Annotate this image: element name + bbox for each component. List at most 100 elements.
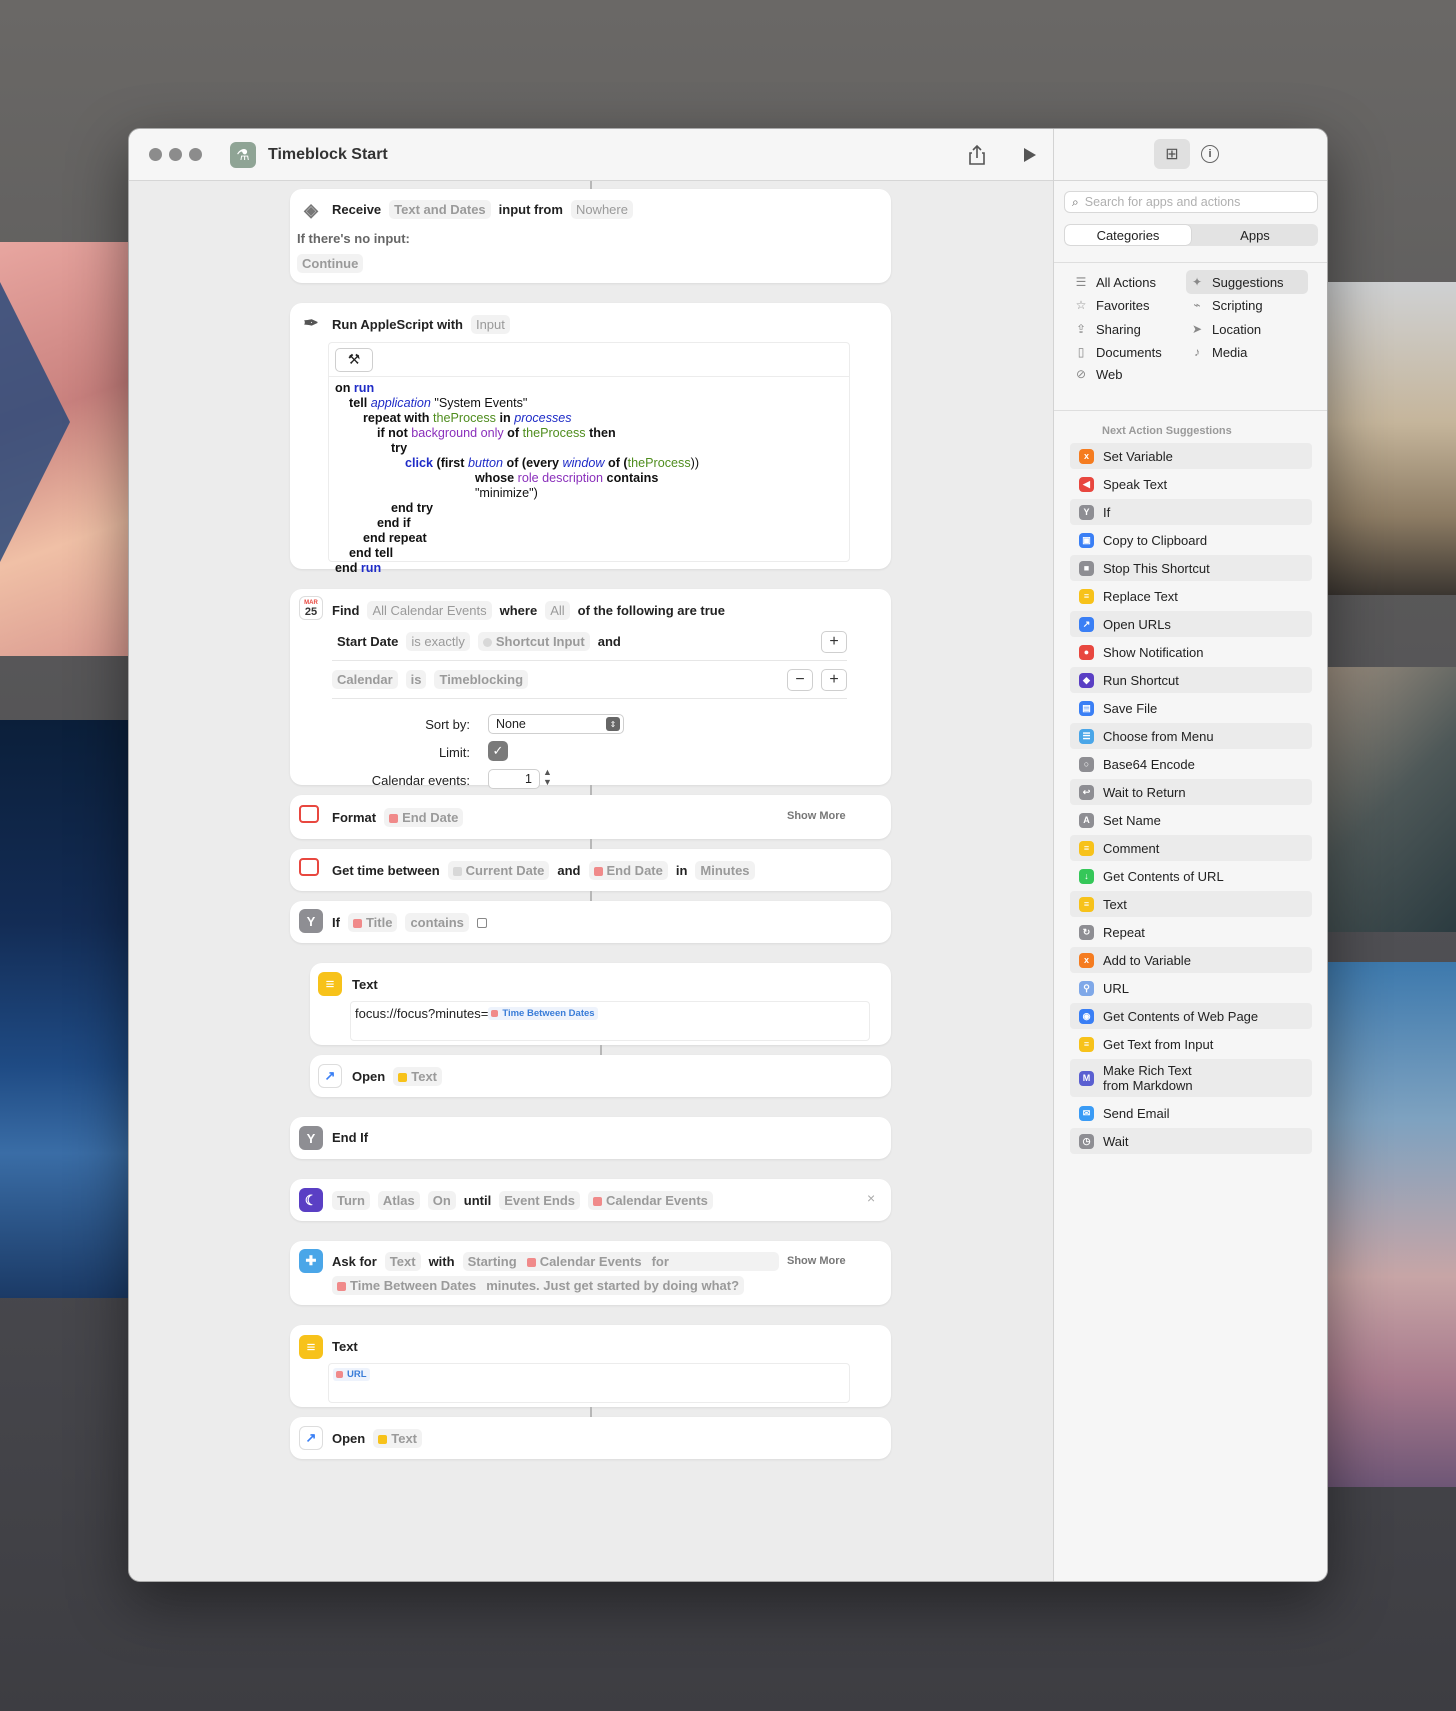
- run-applescript-action[interactable]: ✒ Run AppleScript with Input ⚒ on run te…: [290, 303, 891, 575]
- category-documents[interactable]: ▯ Documents: [1070, 340, 1180, 364]
- sort-by-select[interactable]: None ⇕: [488, 714, 624, 734]
- format-date-token[interactable]: End Date: [402, 810, 458, 825]
- input-types-token[interactable]: Text and Dates: [389, 200, 491, 219]
- category-web[interactable]: ⊘ Web: [1070, 362, 1180, 386]
- suggestion-if[interactable]: Y If: [1070, 499, 1312, 525]
- match-all-token[interactable]: All: [545, 601, 570, 620]
- share-icon[interactable]: [965, 143, 989, 167]
- minimize-window-button[interactable]: [169, 148, 182, 161]
- format-date-action[interactable]: Format End Date Show More: [290, 795, 891, 839]
- suggestion-make-rich-text-from-markdown[interactable]: M Make Rich Text from Markdown: [1070, 1059, 1312, 1097]
- get-time-between-action[interactable]: Get time between Current Date and End Da…: [290, 849, 891, 891]
- suggestion-speak-text[interactable]: ◀ Speak Text: [1070, 471, 1312, 497]
- suggestion-stop-this-shortcut[interactable]: ■ Stop This Shortcut: [1070, 555, 1312, 581]
- url-variable[interactable]: URL: [347, 1369, 367, 1380]
- library-icon[interactable]: ⊞: [1154, 139, 1190, 169]
- calendar-events-count-field[interactable]: 1: [488, 769, 540, 789]
- ask-type-token[interactable]: Text: [384, 1252, 421, 1271]
- suggestion-send-email[interactable]: ✉ Send Email: [1070, 1100, 1312, 1126]
- suggestion-comment[interactable]: ≡ Comment: [1070, 835, 1312, 861]
- suggestion-wait[interactable]: ◷ Wait: [1070, 1128, 1312, 1154]
- suggestion-add-to-variable[interactable]: x Add to Variable: [1070, 947, 1312, 973]
- start-date-token[interactable]: Current Date: [466, 863, 545, 878]
- compile-hammer-icon[interactable]: ⚒: [335, 347, 373, 372]
- limit-checkbox[interactable]: ✓: [488, 741, 508, 761]
- suggestion-get-text-from-input[interactable]: ≡ Get Text from Input: [1070, 1031, 1312, 1057]
- if-operator-token[interactable]: contains: [405, 913, 469, 932]
- unit-token[interactable]: Minutes: [695, 861, 755, 880]
- no-input-behavior-token[interactable]: Continue: [297, 254, 364, 273]
- end-date-token[interactable]: End Date: [607, 863, 663, 878]
- close-window-button[interactable]: [149, 148, 162, 161]
- suggestion-set-name[interactable]: A Set Name: [1070, 807, 1312, 833]
- set-focus-action[interactable]: ☾ Turn Atlas On until Event Ends Calenda…: [290, 1179, 891, 1221]
- category-suggestions[interactable]: ✦ Suggestions: [1186, 270, 1308, 294]
- if-field-token[interactable]: Title: [366, 915, 393, 930]
- stepper-icon[interactable]: ▲ ▼: [543, 767, 552, 787]
- play-icon[interactable]: [1019, 145, 1039, 165]
- add-filter-button[interactable]: +: [821, 669, 847, 691]
- filter-field[interactable]: Calendar: [332, 670, 398, 689]
- show-more-button[interactable]: Show More: [787, 810, 846, 822]
- prompt-variable-events[interactable]: Calendar Events: [540, 1254, 642, 1269]
- segment-categories[interactable]: Categories: [1065, 225, 1191, 245]
- suggestion-set-variable[interactable]: x Set Variable: [1070, 443, 1312, 469]
- suggestion-text[interactable]: ≡ Text: [1070, 891, 1312, 917]
- close-icon[interactable]: ×: [867, 1190, 875, 1206]
- prompt-variable-minutes[interactable]: Time Between Dates: [350, 1278, 476, 1293]
- ask-for-input-action[interactable]: ✚ Ask for Text with Starting Calendar Ev…: [290, 1241, 891, 1305]
- segment-apps[interactable]: Apps: [1192, 224, 1318, 246]
- filter-value[interactable]: Timeblocking: [434, 670, 529, 689]
- text-content-field[interactable]: focus://focus?minutes= Time Between Date…: [350, 1001, 870, 1041]
- focus-mode-token[interactable]: Atlas: [377, 1191, 420, 1210]
- input-source-token[interactable]: Nowhere: [570, 200, 633, 219]
- filter-operator[interactable]: is exactly: [406, 632, 470, 651]
- category-favorites[interactable]: ☆ Favorites: [1070, 293, 1180, 317]
- suggestion-wait-to-return[interactable]: ↩ Wait to Return: [1070, 779, 1312, 805]
- suggestion-open-urls[interactable]: ↗ Open URLs: [1070, 611, 1312, 637]
- prompt-text-a[interactable]: Starting: [462, 1252, 522, 1271]
- time-between-variable[interactable]: Time Between Dates: [502, 1008, 594, 1019]
- applescript-code[interactable]: on run tell application "System Events" …: [329, 377, 849, 580]
- suggestion-choose-from-menu[interactable]: ☰ Choose from Menu: [1070, 723, 1312, 749]
- focus-state-token[interactable]: On: [427, 1191, 456, 1210]
- open-action[interactable]: ↗ Open Text: [310, 1055, 891, 1097]
- filter-value[interactable]: Shortcut Input: [496, 634, 585, 649]
- applescript-input-token[interactable]: Input: [470, 315, 510, 334]
- search-field[interactable]: ⌕ Search for apps and actions: [1064, 191, 1318, 213]
- filter-field[interactable]: Start Date: [337, 634, 398, 649]
- empty-value-icon[interactable]: [476, 917, 487, 928]
- focus-event-token[interactable]: Calendar Events: [606, 1193, 708, 1208]
- focus-until-token[interactable]: Event Ends: [499, 1191, 581, 1210]
- text-content-field[interactable]: URL: [328, 1363, 850, 1403]
- focus-turn-token[interactable]: Turn: [332, 1191, 370, 1210]
- suggestion-save-file[interactable]: ▤ Save File: [1070, 695, 1312, 721]
- prompt-text-rest[interactable]: minutes. Just get started by doing what?: [481, 1276, 745, 1295]
- info-icon[interactable]: i: [1201, 145, 1219, 163]
- category-media[interactable]: ♪ Media: [1186, 340, 1308, 364]
- suggestion-copy-to-clipboard[interactable]: ▣ Copy to Clipboard: [1070, 527, 1312, 553]
- filter-operator[interactable]: is: [405, 670, 427, 689]
- text-action[interactable]: ≡ Text URL: [290, 1325, 891, 1407]
- show-more-button[interactable]: Show More: [787, 1255, 846, 1267]
- open-input-token[interactable]: Text: [391, 1431, 417, 1446]
- category-sharing[interactable]: ⇪ Sharing: [1070, 317, 1180, 341]
- suggestion-repeat[interactable]: ↻ Repeat: [1070, 919, 1312, 945]
- end-if-action[interactable]: Y End If: [290, 1117, 891, 1159]
- suggestion-get-contents-of-url[interactable]: ↓ Get Contents of URL: [1070, 863, 1312, 889]
- shortcut-icon[interactable]: ⚗: [230, 141, 256, 168]
- receive-action[interactable]: ◈ Receive Text and Dates input from Nowh…: [290, 189, 891, 283]
- find-calendar-events-action[interactable]: MAR 25 Find All Calendar Events where Al…: [290, 589, 891, 789]
- zoom-window-button[interactable]: [189, 148, 202, 161]
- open-input-token[interactable]: Text: [411, 1069, 437, 1084]
- suggestion-get-contents-of-web-page[interactable]: ◉ Get Contents of Web Page: [1070, 1003, 1312, 1029]
- text-action[interactable]: ≡ Text focus://focus?minutes= Time Betwe…: [310, 963, 891, 1045]
- add-filter-button[interactable]: +: [821, 631, 847, 653]
- suggestion-run-shortcut[interactable]: ◆ Run Shortcut: [1070, 667, 1312, 693]
- suggestion-show-notification[interactable]: ● Show Notification: [1070, 639, 1312, 665]
- prompt-text-for[interactable]: for: [646, 1252, 779, 1271]
- category-all-actions[interactable]: ☰ All Actions: [1070, 270, 1180, 294]
- if-action[interactable]: Y If Title contains: [290, 901, 891, 943]
- find-source-token[interactable]: All Calendar Events: [367, 601, 492, 620]
- open-action[interactable]: ↗ Open Text: [290, 1417, 891, 1459]
